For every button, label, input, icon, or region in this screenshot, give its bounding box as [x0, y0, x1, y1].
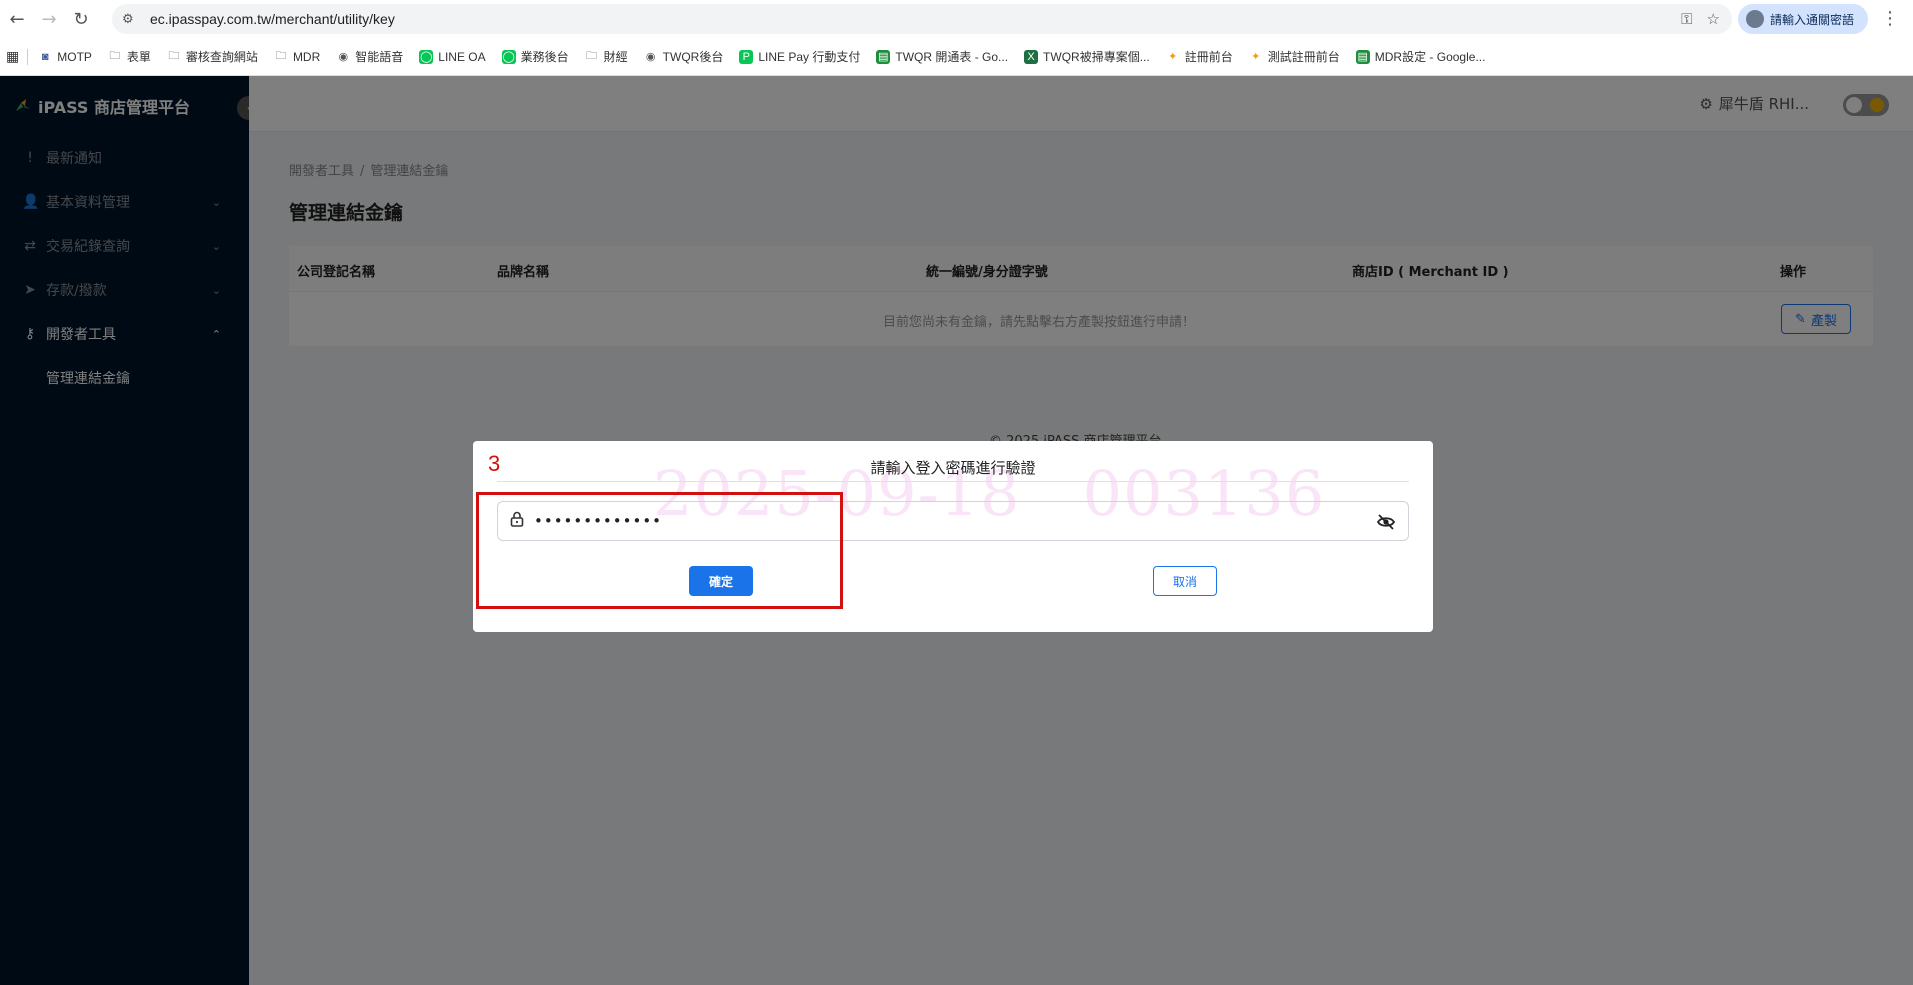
bookmark-item[interactable]: 🗀 審核查詢網站: [167, 48, 258, 65]
globe-icon: ◉: [645, 51, 656, 63]
browser-toolbar: ← → ↻ ⚙ ec.ipasspay.com.tw/merchant/util…: [0, 0, 1913, 38]
more-menu-icon[interactable]: ⋮: [1880, 8, 1900, 29]
globe-icon: ◉: [338, 51, 349, 63]
bookmark-item[interactable]: ✦ 註冊前台: [1166, 48, 1233, 65]
bookmark-item[interactable]: ▤ TWQR 開通表 - Go...: [876, 48, 1008, 65]
bookmark-item[interactable]: ▤ MDR設定 - Google...: [1355, 48, 1486, 65]
folder-icon: 🗀: [168, 50, 180, 62]
bookmark-item[interactable]: ◙ MOTP: [38, 50, 92, 64]
key-icon[interactable]: ⚿: [1681, 10, 1692, 28]
profile-label: 請輸入通關密語: [1770, 12, 1855, 27]
bookmarks-divider: [27, 48, 29, 65]
bookmark-label: 業務後台: [520, 50, 569, 64]
eye-off-icon[interactable]: [1376, 512, 1396, 532]
profile-chip[interactable]: 請輸入通關密語: [1738, 4, 1868, 34]
line-icon: ◯: [501, 49, 516, 64]
bookmark-item[interactable]: ◉ 智能語音: [336, 48, 403, 65]
bookmark-label: TWQR 開通表 - Go...: [895, 50, 1009, 64]
sheets-icon: ▤: [876, 49, 891, 64]
apps-icon[interactable]: ▦: [6, 48, 19, 65]
bookmark-item[interactable]: 🗀 MDR: [274, 50, 320, 64]
site-settings-icon[interactable]: ⚙: [122, 12, 142, 27]
bookmark-item[interactable]: 🗀 財經: [585, 48, 628, 65]
bookmark-label: 表單: [126, 50, 151, 64]
bookmark-label: LINE OA: [438, 49, 486, 64]
bookmark-label: 智能語音: [355, 50, 404, 64]
bookmark-item[interactable]: P LINE Pay 行動支付: [739, 48, 860, 65]
bookmarks-bar: ▦ ◙ MOTP 🗀 表單 🗀 審核查詢網站 🗀 MDR ◉ 智能語音 ◯ LINE OA ◯ 業務後台 🗀…: [0, 38, 1913, 76]
back-button[interactable]: ←: [2, 4, 32, 34]
folder-icon: 🗀: [586, 50, 598, 62]
bookmark-item[interactable]: X TWQR被掃專案個...: [1024, 48, 1150, 65]
folder-icon: 🗀: [275, 50, 287, 62]
bookmark-label: MOTP: [57, 49, 92, 64]
sheets-icon: ▤: [1355, 49, 1370, 64]
bookmark-item[interactable]: ✦ 測試註冊前台: [1249, 48, 1340, 65]
reload-button[interactable]: ↻: [66, 4, 96, 34]
bookmark-label: LINE Pay 行動支付: [758, 50, 861, 64]
bookmark-label: MDR設定 - Google...: [1374, 50, 1486, 64]
dialog-title: 請輸入登入密碼進行驗證: [870, 459, 1036, 477]
avatar: [1746, 10, 1764, 28]
bookmark-label: 測試註冊前台: [1267, 50, 1340, 64]
robot-icon: ◙: [41, 50, 49, 63]
annotation-highlight-box: [476, 492, 843, 609]
dialog-divider: [497, 481, 1409, 482]
forward-button[interactable]: →: [34, 4, 64, 34]
bookmark-label: TWQR後台: [662, 50, 724, 64]
ipass-icon: ✦: [1168, 51, 1178, 63]
bookmark-label: 審核查詢網站: [185, 50, 258, 64]
address-bar[interactable]: ⚙ ec.ipasspay.com.tw/merchant/utility/ke…: [112, 4, 1732, 34]
bookmark-item[interactable]: ◯ LINE OA: [419, 49, 486, 64]
annotation-step-number: 3: [488, 451, 501, 476]
bookmark-label: TWQR被掃專案個...: [1043, 50, 1150, 64]
ipass-icon: ✦: [1251, 51, 1261, 63]
bookmark-item[interactable]: ◉ TWQR後台: [644, 48, 724, 65]
bookmark-item[interactable]: 🗀 表單: [108, 48, 151, 65]
cancel-button[interactable]: 取消: [1153, 566, 1217, 596]
folder-icon: 🗀: [109, 50, 121, 62]
excel-icon: X: [1024, 49, 1039, 64]
star-icon[interactable]: ☆: [1707, 10, 1720, 28]
url-text: ec.ipasspay.com.tw/merchant/utility/key: [150, 11, 395, 27]
bookmark-label: 財經: [603, 50, 628, 64]
bookmark-item[interactable]: ◯ 業務後台: [501, 48, 569, 65]
bookmark-label: MDR: [292, 49, 321, 64]
line-icon: ◯: [419, 49, 434, 64]
linepay-icon: P: [739, 49, 754, 64]
bookmark-label: 註冊前台: [1184, 50, 1233, 64]
